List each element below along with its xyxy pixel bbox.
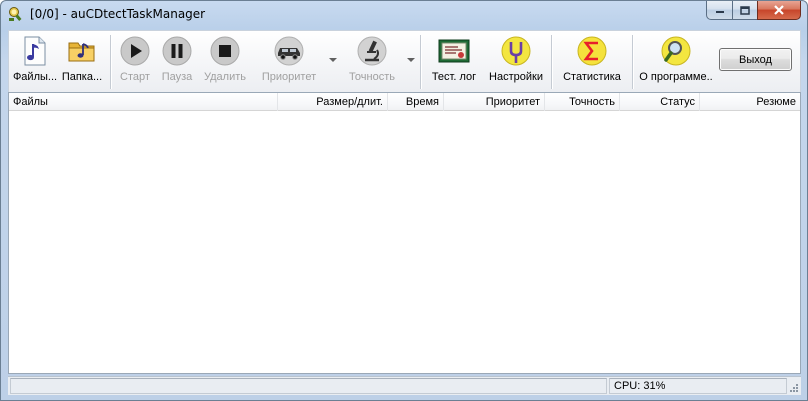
close-button[interactable]: [757, 1, 801, 20]
column-header-status[interactable]: Статус: [620, 93, 700, 111]
column-header-files[interactable]: Файлы: [9, 93, 278, 111]
priority-label: Приоритет: [261, 71, 317, 83]
maximize-icon: [740, 5, 750, 15]
about-button[interactable]: О программе..: [639, 35, 713, 89]
task-list[interactable]: Файлы Размер/длит. Время Приоритет Точно…: [8, 92, 801, 374]
cpu-usage: CPU: 31%: [609, 378, 787, 394]
certificate-icon: [438, 35, 470, 67]
files-button[interactable]: Файлы...: [13, 35, 57, 89]
toolbar-separator: [110, 35, 112, 89]
close-icon: [774, 5, 784, 15]
statistics-label: Статистика: [563, 71, 621, 83]
accuracy-dropdown-arrow[interactable]: [407, 58, 415, 62]
column-header-time[interactable]: Время: [388, 93, 444, 111]
pause-button[interactable]: Пауза: [158, 35, 196, 89]
start-label: Старт: [120, 71, 150, 83]
files-label: Файлы...: [12, 71, 58, 83]
start-button[interactable]: Старт: [115, 35, 155, 89]
testlog-label: Тест. лог: [431, 71, 477, 83]
delete-label: Удалить: [204, 71, 246, 83]
maximize-button[interactable]: [732, 1, 757, 20]
toolbar-separator: [551, 35, 553, 89]
caption-buttons: [706, 1, 801, 21]
minimize-button[interactable]: [706, 1, 732, 20]
accuracy-button[interactable]: Точность: [345, 35, 399, 89]
status-panel-main: [10, 378, 607, 394]
stop-icon: [209, 35, 241, 67]
column-header-summary[interactable]: Резюме: [700, 93, 800, 111]
priority-button[interactable]: Приоритет: [257, 35, 321, 89]
list-header: Файлы Размер/длит. Время Приоритет Точно…: [9, 93, 800, 111]
microscope-icon: [356, 35, 388, 67]
statistics-button[interactable]: Статистика: [559, 35, 625, 89]
exit-button[interactable]: Выход: [719, 48, 792, 71]
toolbar: Файлы... Папка... Старт Пауза Удалить Пр…: [8, 30, 801, 92]
magnifier-icon: [660, 35, 692, 67]
resize-grip-icon[interactable]: [789, 383, 799, 393]
window-title: [0/0] - auCDtectTaskManager: [30, 7, 206, 21]
column-header-size[interactable]: Размер/длит.: [278, 93, 388, 111]
pause-icon: [161, 35, 193, 67]
accuracy-label: Точность: [349, 71, 395, 83]
music-file-icon: [19, 35, 51, 67]
play-icon: [119, 35, 151, 67]
settings-button[interactable]: Настройки: [487, 35, 545, 89]
title-bar[interactable]: [0/0] - auCDtectTaskManager: [1, 1, 807, 28]
car-icon: [273, 35, 305, 67]
pause-label: Пауза: [161, 71, 193, 83]
settings-label: Настройки: [489, 71, 543, 83]
about-label: О программе..: [639, 71, 713, 83]
sigma-icon: [576, 35, 608, 67]
toolbar-separator: [632, 35, 634, 89]
minimize-icon: [715, 11, 724, 13]
tuning-fork-icon: [500, 35, 532, 67]
folder-button[interactable]: Папка...: [58, 35, 106, 89]
column-header-priority[interactable]: Приоритет: [444, 93, 545, 111]
column-header-accuracy[interactable]: Точность: [545, 93, 620, 111]
toolbar-separator: [420, 35, 422, 89]
priority-dropdown-arrow[interactable]: [329, 58, 337, 62]
music-folder-icon: [66, 35, 98, 67]
testlog-button[interactable]: Тест. лог: [427, 35, 481, 89]
app-window: [0/0] - auCDtectTaskManager Файлы... Пап…: [0, 0, 808, 401]
delete-button[interactable]: Удалить: [200, 35, 250, 89]
status-bar: CPU: 31%: [8, 376, 801, 395]
app-logo-icon: [8, 6, 24, 22]
folder-label: Папка...: [61, 71, 103, 83]
